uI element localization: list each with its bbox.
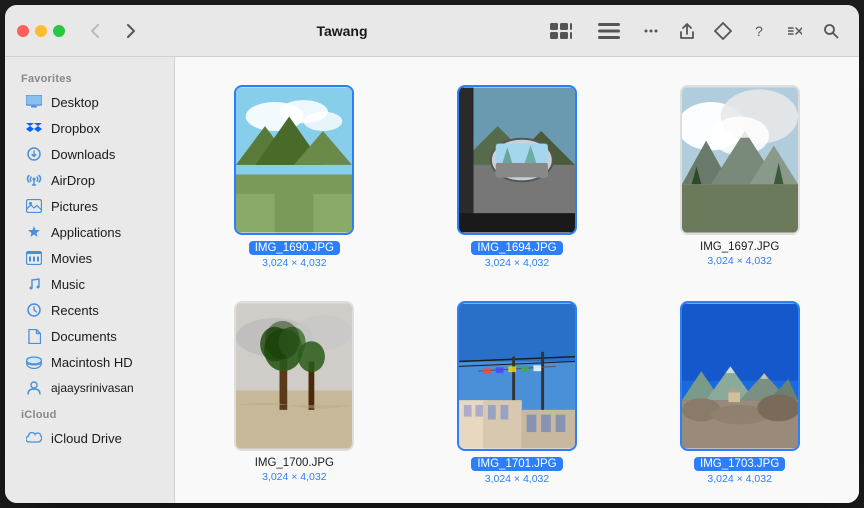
recents-icon [25, 301, 43, 319]
macintosh-hd-icon [25, 353, 43, 371]
file-name-img1701: IMG_1701.JPG [471, 457, 562, 471]
thumb-img1700 [234, 301, 354, 451]
documents-label: Documents [51, 329, 117, 344]
file-grid: IMG_1690.JPG 3,024 × 4,032 [175, 57, 859, 503]
more-button[interactable] [779, 17, 811, 45]
pictures-icon [25, 197, 43, 215]
sidebar-item-recents[interactable]: Recents [9, 297, 170, 323]
back-button[interactable] [81, 17, 109, 45]
file-item-img1694[interactable]: IMG_1694.JPG 3,024 × 4,032 [414, 77, 621, 277]
sidebar-item-desktop[interactable]: Desktop [9, 89, 170, 115]
dropbox-label: Dropbox [51, 121, 100, 136]
search-button[interactable] [815, 17, 847, 45]
documents-icon [25, 327, 43, 345]
dropbox-icon [25, 119, 43, 137]
sidebar-item-pictures[interactable]: Pictures [9, 193, 170, 219]
desktop-label: Desktop [51, 95, 99, 110]
file-dims-img1694: 3,024 × 4,032 [485, 257, 550, 269]
thumb-img1690 [234, 85, 354, 235]
file-item-img1703[interactable]: IMG_1703.JPG 3,024 × 4,032 [636, 293, 843, 493]
tag-button[interactable] [707, 17, 739, 45]
airdrop-icon [25, 171, 43, 189]
thumb-img1701 [457, 301, 577, 451]
sidebar-item-icloud-drive[interactable]: iCloud Drive [9, 425, 170, 451]
file-dims-img1690: 3,024 × 4,032 [262, 257, 327, 269]
close-button[interactable] [17, 25, 29, 37]
file-name-img1697: IMG_1697.JPG [700, 241, 779, 253]
movies-icon [25, 249, 43, 267]
file-item-img1690[interactable]: IMG_1690.JPG 3,024 × 4,032 [191, 77, 398, 277]
sidebar-item-macintosh-hd[interactable]: Macintosh HD [9, 349, 170, 375]
recents-label: Recents [51, 303, 99, 318]
toolbar-right: ? [539, 17, 847, 45]
applications-label: Applications [51, 225, 121, 240]
desktop-icon [25, 93, 43, 111]
music-icon [25, 275, 43, 293]
file-name-img1703: IMG_1703.JPG [694, 457, 785, 471]
user-label: ajaaysrinivasan [51, 381, 134, 395]
thumb-img1694 [457, 85, 577, 235]
file-name-img1690: IMG_1690.JPG [249, 241, 340, 255]
file-dims-img1703: 3,024 × 4,032 [707, 473, 772, 485]
sidebar-item-movies[interactable]: Movies [9, 245, 170, 271]
thumb-img1703 [680, 301, 800, 451]
file-name-img1694: IMG_1694.JPG [471, 241, 562, 255]
file-item-img1697[interactable]: IMG_1697.JPG 3,024 × 4,032 [636, 77, 843, 277]
sidebar-item-applications[interactable]: Applications [9, 219, 170, 245]
maximize-button[interactable] [53, 25, 65, 37]
sidebar-item-user[interactable]: ajaaysrinivasan [9, 375, 170, 401]
pictures-label: Pictures [51, 199, 98, 214]
music-label: Music [51, 277, 85, 292]
window-title: Tawang [153, 23, 531, 39]
sidebar: Favorites Desktop Dropbox Downloads [5, 57, 175, 503]
airdrop-label: AirDrop [51, 173, 95, 188]
minimize-button[interactable] [35, 25, 47, 37]
sidebar-item-airdrop[interactable]: AirDrop [9, 167, 170, 193]
sidebar-item-music[interactable]: Music [9, 271, 170, 297]
downloads-icon [25, 145, 43, 163]
thumb-img1697 [680, 85, 800, 235]
share-button[interactable] [671, 17, 703, 45]
forward-button[interactable] [117, 17, 145, 45]
finder-window: Tawang ? [5, 5, 859, 503]
macintosh-hd-label: Macintosh HD [51, 355, 133, 370]
action-menu-button[interactable] [635, 17, 667, 45]
titlebar: Tawang ? [5, 5, 859, 57]
sidebar-item-documents[interactable]: Documents [9, 323, 170, 349]
icloud-drive-label: iCloud Drive [51, 431, 122, 446]
main-layout: Favorites Desktop Dropbox Downloads [5, 57, 859, 503]
view-icon-grid-button[interactable] [539, 17, 583, 45]
sidebar-item-downloads[interactable]: Downloads [9, 141, 170, 167]
applications-icon [25, 223, 43, 241]
favorites-label: Favorites [5, 65, 174, 89]
file-dims-img1700: 3,024 × 4,032 [262, 471, 327, 483]
file-name-img1700: IMG_1700.JPG [255, 457, 334, 469]
content-area: IMG_1690.JPG 3,024 × 4,032 [175, 57, 859, 503]
file-dims-img1697: 3,024 × 4,032 [707, 255, 772, 267]
user-icon [25, 379, 43, 397]
icloud-label: iCloud [5, 401, 174, 425]
sidebar-item-dropbox[interactable]: Dropbox [9, 115, 170, 141]
help-button[interactable]: ? [743, 17, 775, 45]
view-list-button[interactable] [587, 17, 631, 45]
file-dims-img1701: 3,024 × 4,032 [485, 473, 550, 485]
downloads-label: Downloads [51, 147, 115, 162]
file-item-img1700[interactable]: IMG_1700.JPG 3,024 × 4,032 [191, 293, 398, 493]
movies-label: Movies [51, 251, 92, 266]
file-item-img1701[interactable]: IMG_1701.JPG 3,024 × 4,032 [414, 293, 621, 493]
traffic-lights [17, 25, 65, 37]
icloud-drive-icon [25, 429, 43, 447]
